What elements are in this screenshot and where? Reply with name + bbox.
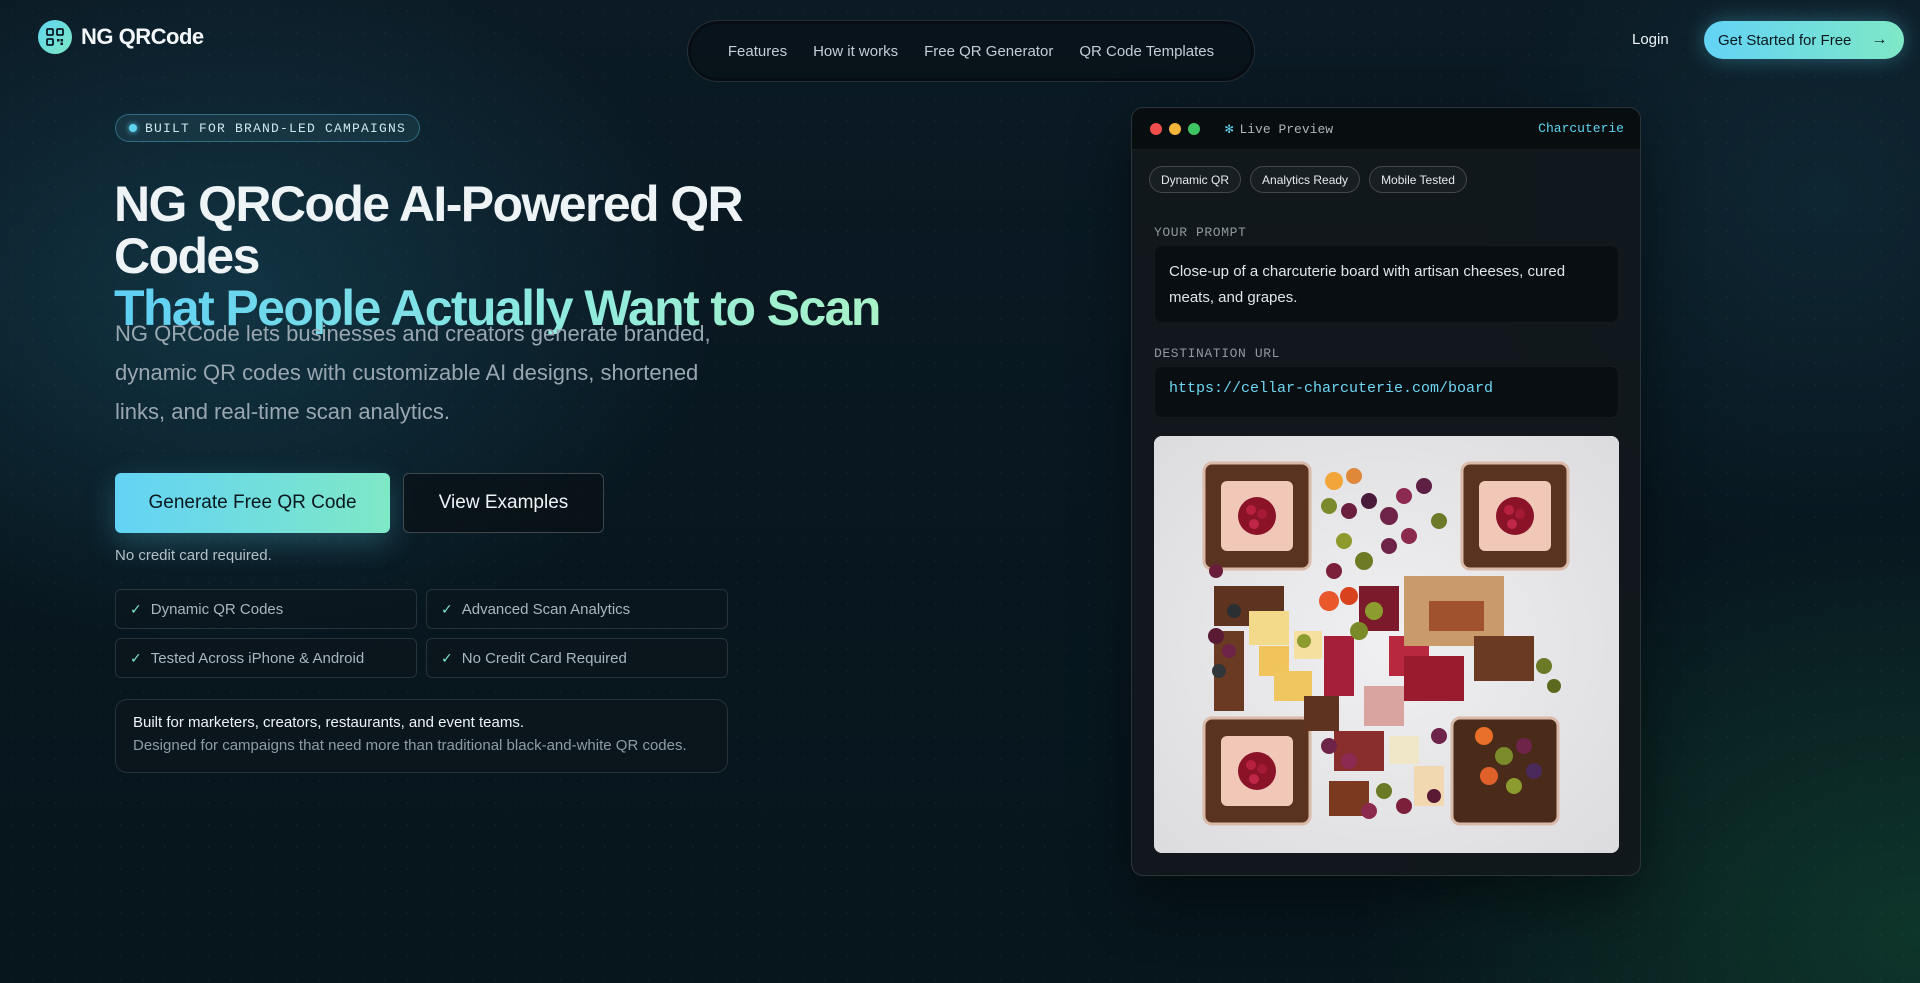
nav-link-qr-code-templates[interactable]: QR Code Templates xyxy=(1079,43,1214,60)
charcuterie-qr-image xyxy=(1154,436,1619,853)
feature-item-tested-devices: ✓ Tested Across iPhone & Android xyxy=(115,638,417,678)
no-credit-card-note: No credit card required. xyxy=(115,547,272,564)
destination-url-field[interactable]: https://cellar-charcuterie.com/board xyxy=(1154,366,1619,418)
check-icon: ✓ xyxy=(441,649,453,666)
badge-label: BUILT FOR BRAND-LED CAMPAIGNS xyxy=(145,120,407,136)
campaign-badge: BUILT FOR BRAND-LED CAMPAIGNS xyxy=(115,114,421,142)
feature-label: Advanced Scan Analytics xyxy=(461,600,631,618)
preview-category-tag: Charcuterie xyxy=(1538,121,1624,136)
arrow-right-icon: → xyxy=(1871,31,1888,48)
hero-title-line-1: NG QRCode AI-Powered QR Codes xyxy=(114,176,744,284)
check-icon: ✓ xyxy=(130,600,142,617)
status-dot-icon xyxy=(129,124,137,132)
login-link[interactable]: Login xyxy=(1632,31,1669,48)
feature-label: Dynamic QR Codes xyxy=(150,600,284,618)
audience-info-title: Built for marketers, creators, restauran… xyxy=(133,714,524,731)
hero-title: NG QRCode AI-Powered QR Codes That Peopl… xyxy=(114,178,894,334)
chip-analytics-ready: Analytics Ready xyxy=(1250,166,1361,193)
chip-mobile-tested: Mobile Tested xyxy=(1369,166,1467,193)
view-examples-button[interactable]: View Examples xyxy=(403,473,604,533)
audience-info-subtitle: Designed for campaigns that need more th… xyxy=(133,737,687,754)
live-preview-label: Live Preview xyxy=(1239,122,1334,137)
feature-item-dynamic-qr: ✓ Dynamic QR Codes xyxy=(115,589,417,629)
check-icon: ✓ xyxy=(441,600,453,617)
window-maximize-dot-icon xyxy=(1188,123,1200,135)
nav-link-features[interactable]: Features xyxy=(728,43,787,60)
prompt-label: YOUR PROMPT xyxy=(1154,225,1247,240)
brand-logo[interactable]: NG QRCode xyxy=(38,20,204,54)
hero-description: NG QRCode lets businesses and creators g… xyxy=(115,321,711,424)
main-nav: Features How it works Free QR Generator … xyxy=(687,20,1255,82)
feature-label: No Credit Card Required xyxy=(461,649,627,667)
get-started-label: Get Started for Free xyxy=(1718,31,1852,49)
sparkle-icon: ✻ xyxy=(1225,122,1234,138)
feature-item-scan-analytics: ✓ Advanced Scan Analytics xyxy=(426,589,728,629)
feature-label: Tested Across iPhone & Android xyxy=(150,649,365,667)
feature-item-no-credit-card: ✓ No Credit Card Required xyxy=(426,638,728,678)
preview-chip-list: Dynamic QR Analytics Ready Mobile Tested xyxy=(1149,166,1467,193)
check-icon: ✓ xyxy=(130,649,142,666)
live-preview-title: ✻ Live Preview xyxy=(1225,121,1333,138)
brand-name: NG QRCode xyxy=(81,24,204,49)
get-started-button[interactable]: Get Started for Free → xyxy=(1704,21,1904,59)
nav-link-free-qr-generator[interactable]: Free QR Generator xyxy=(924,43,1053,60)
generate-qr-button[interactable]: Generate Free QR Code xyxy=(115,473,390,533)
qr-code-icon xyxy=(38,20,72,54)
window-minimize-dot-icon xyxy=(1169,123,1181,135)
prompt-field[interactable]: Close-up of a charcuterie board with art… xyxy=(1154,245,1619,323)
window-close-dot-icon xyxy=(1150,123,1162,135)
site-header: NG QRCode Features How it works Free QR … xyxy=(0,0,1920,82)
destination-url-text: https://cellar-charcuterie.com/board xyxy=(1169,380,1494,397)
destination-url-label: DESTINATION URL xyxy=(1154,346,1281,361)
preview-title-bar: ✻ Live Preview Charcuterie xyxy=(1132,108,1640,150)
prompt-text: Close-up of a charcuterie board with art… xyxy=(1169,263,1566,306)
live-preview-panel: ✻ Live Preview Charcuterie Dynamic QR An… xyxy=(1131,107,1641,876)
audience-info-card: Built for marketers, creators, restauran… xyxy=(115,699,728,773)
chip-dynamic-qr: Dynamic QR xyxy=(1149,166,1242,193)
nav-link-how-it-works[interactable]: How it works xyxy=(813,43,898,60)
charcuterie-qr-artwork xyxy=(1154,436,1619,853)
